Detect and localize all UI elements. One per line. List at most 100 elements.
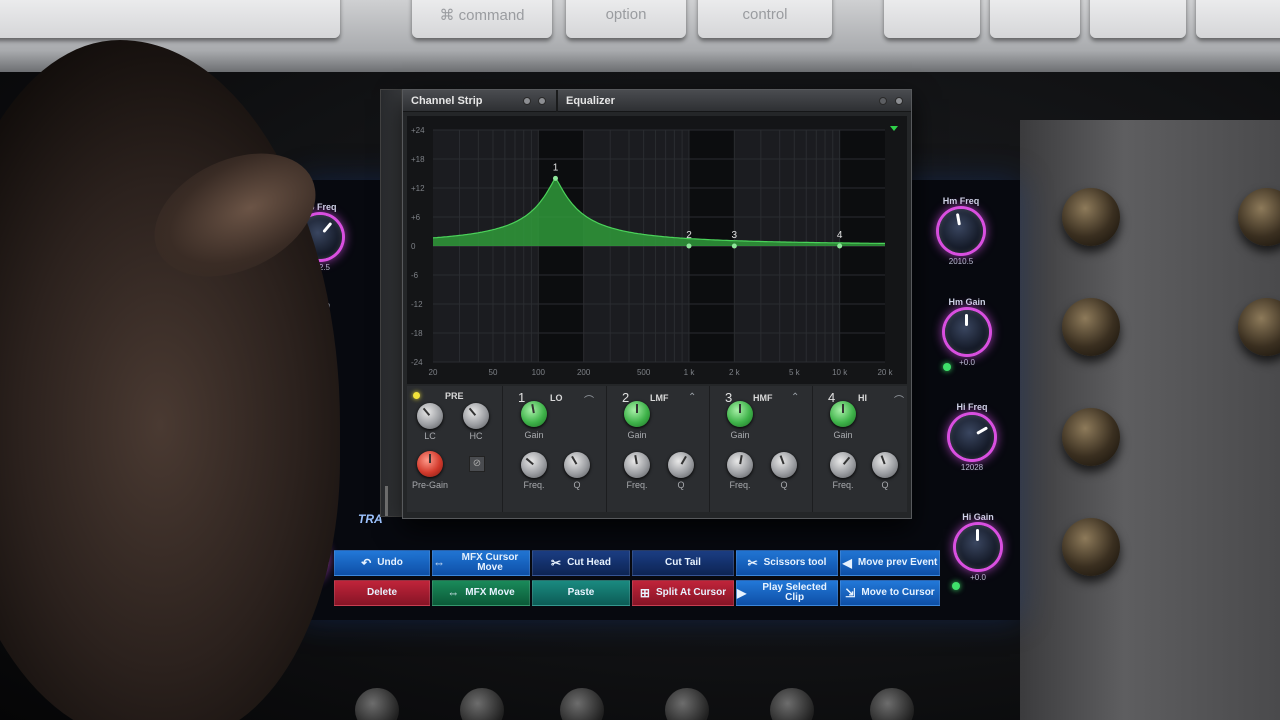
lc-knob[interactable] — [417, 403, 443, 429]
db-tick-label: -6 — [411, 271, 419, 280]
q-knob[interactable] — [564, 452, 590, 478]
mfx-move-button[interactable]: ⇔ MFX Move — [432, 580, 530, 606]
hm-gain-control[interactable]: Hm Gain +0.0 — [927, 297, 1007, 367]
hc-label: HC — [469, 431, 483, 441]
filter-shape-icon[interactable]: ⌃ — [688, 392, 696, 403]
move-to-cursor-label: Move to Cursor — [861, 587, 935, 598]
undo-button[interactable]: ↶ Undo — [334, 550, 430, 576]
hardware-knob[interactable] — [1238, 298, 1280, 356]
equalizer-tab[interactable]: Equalizer — [566, 95, 615, 107]
gain-knob[interactable] — [727, 401, 753, 427]
freq-tick-label: 200 — [577, 368, 591, 377]
hardware-knob[interactable] — [1062, 188, 1120, 246]
db-tick-label: -12 — [411, 300, 423, 309]
close-icon[interactable] — [538, 97, 546, 105]
freq-knob[interactable] — [521, 452, 547, 478]
minimize-icon[interactable] — [879, 97, 887, 105]
band-type: LMF — [650, 393, 669, 403]
cut-tail-button[interactable]: Cut Tail — [632, 550, 734, 576]
hi-gain-control[interactable]: Hi Gain +0.0 — [938, 512, 1018, 582]
undo-icon: ↶ — [361, 556, 372, 570]
titlebar-separator — [556, 90, 558, 112]
band-marker-handle — [686, 243, 692, 249]
minimize-icon[interactable] — [523, 97, 531, 105]
pre-gain-label: Pre-Gain — [411, 480, 448, 490]
move-prev-event-button[interactable]: ◀ Move prev Event — [840, 550, 940, 576]
hardware-knob[interactable] — [1062, 298, 1120, 356]
freq-knob[interactable] — [830, 452, 856, 478]
track-tab-label[interactable]: TRA — [358, 512, 383, 526]
q-label: Q — [677, 480, 685, 490]
play-selected-clip-label: Play Selected Clip — [762, 582, 827, 603]
freq-tick-label: 500 — [637, 368, 651, 377]
filter-shape-icon[interactable]: ⌒ — [894, 392, 904, 407]
split-at-cursor-button[interactable]: ⊞ Split At Cursor — [632, 580, 734, 606]
cut-head-icon: ✂ — [551, 556, 562, 570]
hm-gain-label: Hm Gain — [948, 297, 986, 307]
band-marker-handle — [552, 175, 558, 181]
filter-shape-icon[interactable]: ⌒ — [584, 392, 594, 407]
freq-tick-label: 2 k — [729, 368, 741, 377]
hc-knob[interactable] — [463, 403, 489, 429]
play-selected-clip-button[interactable]: ▶ Play Selected Clip — [736, 580, 838, 606]
scrollbar[interactable] — [385, 486, 388, 516]
freq-knob[interactable] — [727, 452, 753, 478]
freq-tick-label: 1 k — [684, 368, 696, 377]
band-type: HMF — [753, 393, 773, 403]
paste-button[interactable]: Paste — [532, 580, 630, 606]
db-tick-label: 0 — [411, 242, 416, 251]
hi-gain-knob[interactable] — [956, 525, 1000, 569]
status-led — [943, 363, 951, 371]
move-to-cursor-button[interactable]: ⇲ Move to Cursor — [840, 580, 940, 606]
band-1: 1 LO ⌒ Gain Freq. Q — [504, 386, 607, 512]
hardware-knob[interactable] — [1062, 408, 1120, 466]
window-titlebar[interactable]: Channel Strip Equalizer — [403, 90, 911, 112]
status-led — [952, 582, 960, 590]
mfx-cursor-move-button[interactable]: ⇔ MFX Cursor Move — [432, 550, 530, 576]
hi-freq-value: 12028 — [960, 463, 984, 472]
delete-button[interactable]: Delete — [334, 580, 430, 606]
freq-knob[interactable] — [624, 452, 650, 478]
close-icon[interactable] — [895, 97, 903, 105]
gain-knob[interactable] — [624, 401, 650, 427]
q-knob[interactable] — [872, 452, 898, 478]
equalizer-window: Channel Strip Equalizer +24 +18 +12 +6 0 -6 -1… — [402, 89, 912, 519]
collapse-triangle-icon[interactable] — [890, 126, 898, 131]
hm-freq-knob[interactable] — [939, 209, 983, 253]
eq-graph[interactable]: +24 +18 +12 +6 0 -6 -12 -18 -24 20 50 100 200 500 1 k… — [407, 116, 907, 384]
gain-knob[interactable] — [830, 401, 856, 427]
control-key: control — [698, 0, 832, 38]
hi-freq-knob[interactable] — [950, 415, 994, 459]
band-marker-label: 3 — [732, 230, 738, 241]
mfx-cursor-icon: ⇔ — [433, 556, 445, 570]
q-knob[interactable] — [668, 452, 694, 478]
phase-invert-icon[interactable]: ⊘ — [469, 456, 485, 472]
hm-gain-knob[interactable] — [945, 310, 989, 354]
hardware-knob[interactable] — [1238, 188, 1280, 246]
pre-enable-led[interactable] — [413, 392, 420, 399]
delete-label: Delete — [366, 587, 397, 598]
db-tick-label: +6 — [411, 213, 421, 222]
gain-knob[interactable] — [521, 401, 547, 427]
filter-shape-icon[interactable]: ⌃ — [791, 392, 799, 403]
q-label: Q — [780, 480, 788, 490]
hardware-knob[interactable] — [1062, 518, 1120, 576]
hm-freq-value: 2010.5 — [948, 257, 974, 266]
hi-freq-label: Hi Freq — [956, 402, 988, 412]
hi-freq-control[interactable]: Hi Freq 12028 — [932, 402, 1012, 472]
pre-gain-knob[interactable] — [417, 451, 443, 477]
hm-gain-value: +0.0 — [959, 358, 975, 367]
hm-freq-control[interactable]: Hm Freq 2010.5 — [921, 196, 1001, 266]
band-marker-label: 2 — [686, 230, 692, 241]
scissors-tool-button[interactable]: ✂ Scissors tool — [736, 550, 838, 576]
channel-strip-tab[interactable]: Channel Strip — [411, 95, 483, 107]
eq-graph-svg[interactable]: +24 +18 +12 +6 0 -6 -12 -18 -24 20 50 100 200 500 1 k… — [407, 116, 907, 384]
scissors-icon: ✂ — [747, 556, 758, 570]
cut-head-button[interactable]: ✂ Cut Head — [532, 550, 630, 576]
freq-label: Freq. — [832, 480, 854, 490]
db-tick-label: -18 — [411, 329, 423, 338]
q-knob[interactable] — [771, 452, 797, 478]
gain-label: Gain — [524, 430, 544, 440]
channel-strip-scroll-edge — [380, 89, 402, 517]
eq-band-controls: PRE LC HC Pre-Gain ⊘ 1 LO ⌒ Gain Freq. Q… — [407, 386, 907, 512]
